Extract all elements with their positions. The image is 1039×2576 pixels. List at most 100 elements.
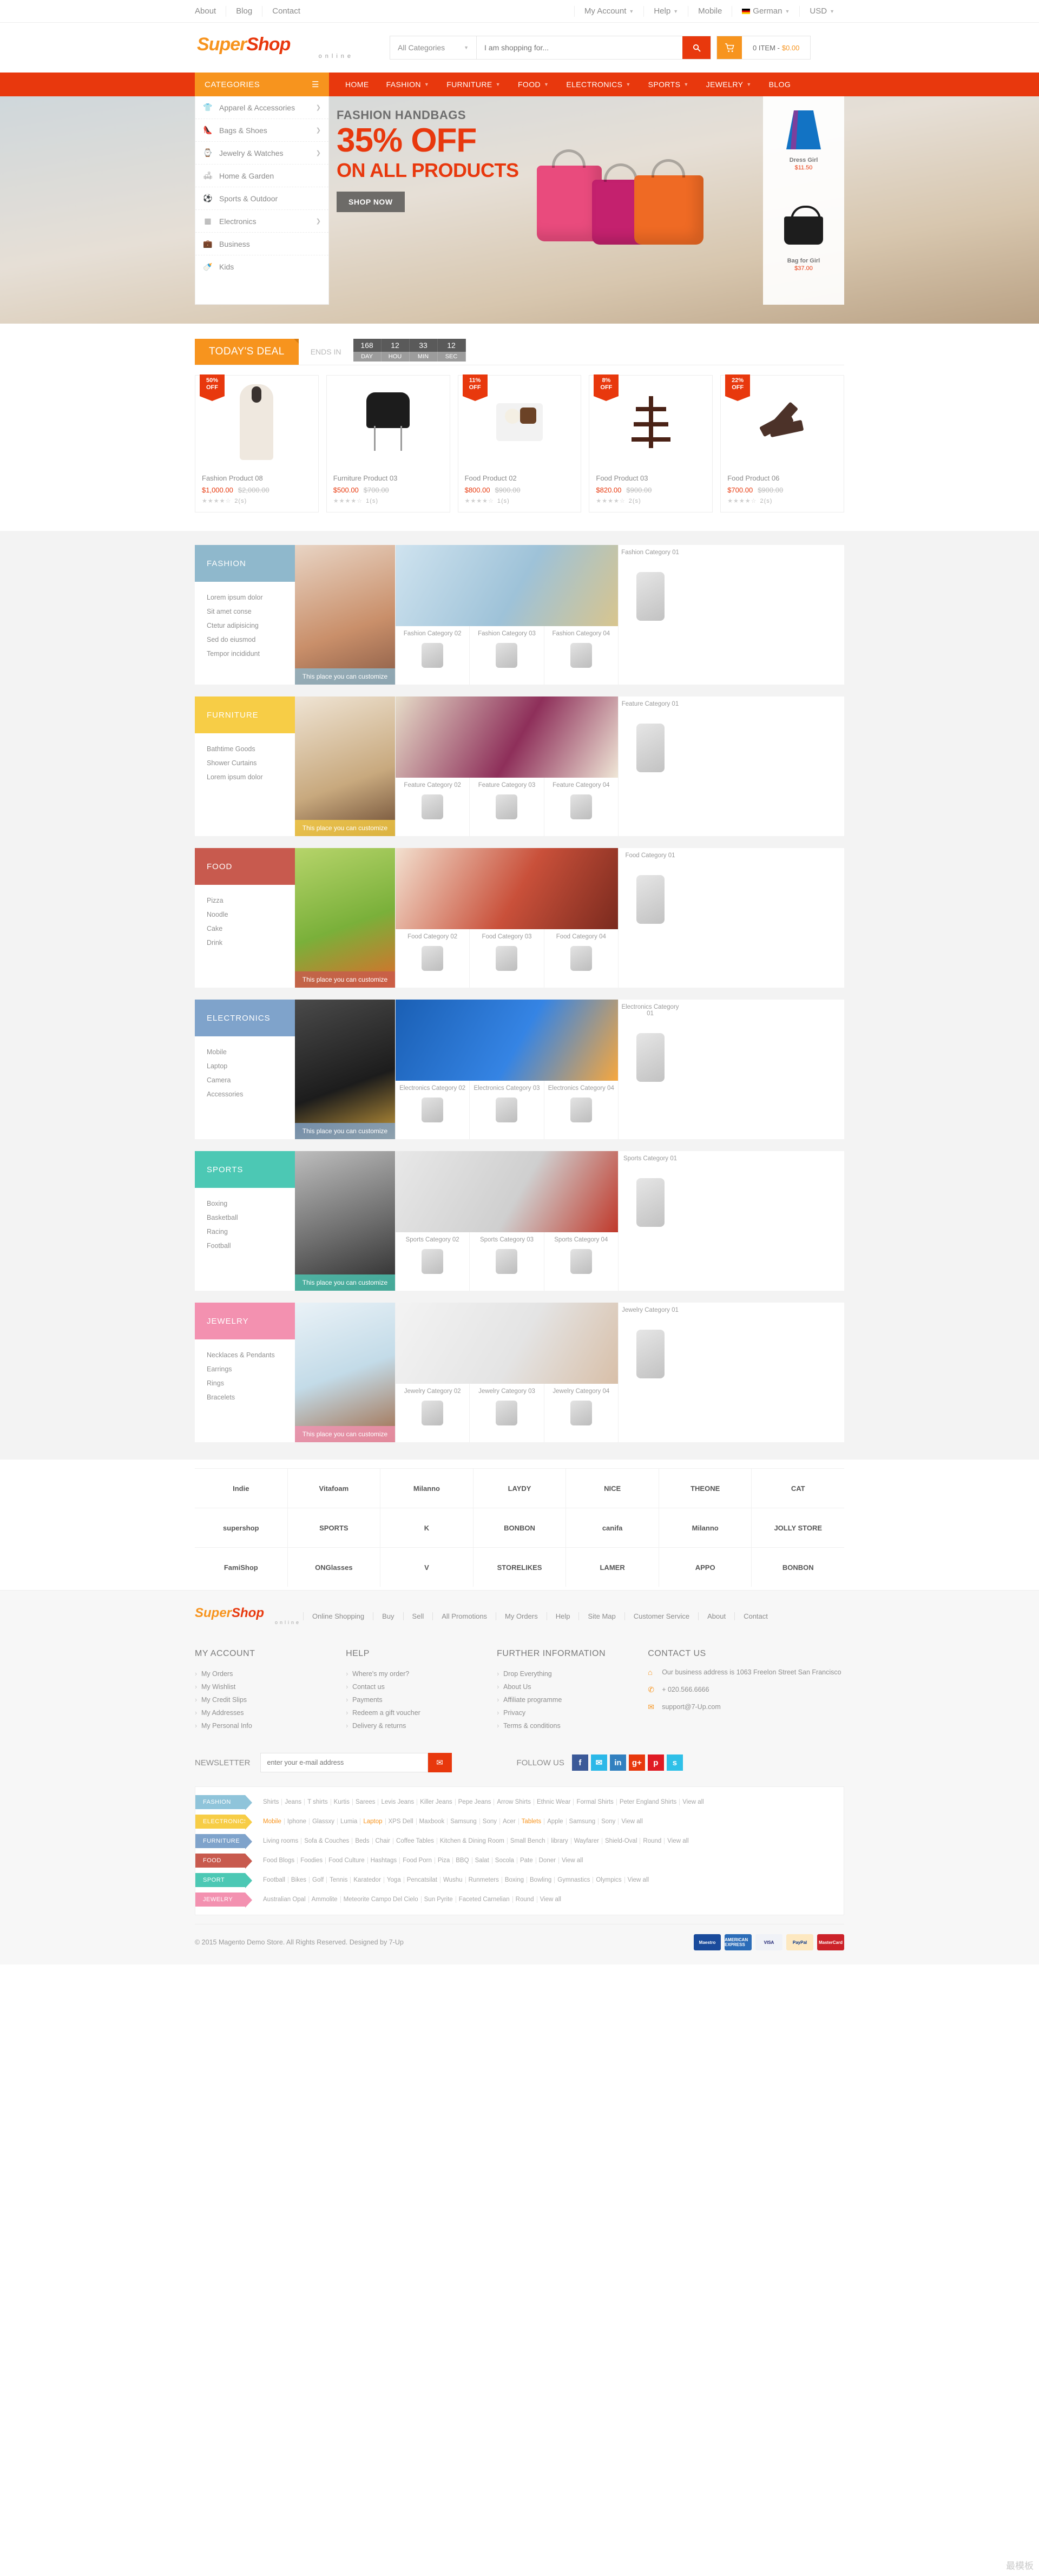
- section-link[interactable]: Bracelets: [207, 1390, 283, 1404]
- nav-link-fashion[interactable]: FASHION ▼: [378, 73, 438, 96]
- section-link[interactable]: Lorem ipsum dolor: [207, 770, 283, 784]
- tag-link[interactable]: View all: [536, 1896, 564, 1903]
- tag-link[interactable]: Sarees: [352, 1799, 378, 1805]
- product-card[interactable]: 11% OFF Food Product 02 $800.00 $900.00 ★★★★☆…: [457, 374, 582, 512]
- product-name[interactable]: Food Product 03: [596, 474, 706, 482]
- tag-link[interactable]: Arrow Shirts: [494, 1799, 534, 1805]
- site-logo[interactable]: SuperShop online: [195, 35, 357, 60]
- brand-logo[interactable]: FamiShop: [195, 1548, 287, 1587]
- tag-link[interactable]: Formal Shirts: [573, 1799, 616, 1805]
- product-rating[interactable]: ★★★★☆ 2(s): [596, 497, 706, 504]
- tag-link[interactable]: Bikes: [287, 1877, 310, 1883]
- search-category-select[interactable]: All Categories ▼: [390, 36, 477, 59]
- section-link[interactable]: Football: [207, 1239, 283, 1253]
- brand-logo[interactable]: Milanno: [380, 1469, 473, 1508]
- newsletter-submit-button[interactable]: ✉: [428, 1753, 452, 1772]
- tag-link[interactable]: Foodies: [297, 1857, 326, 1864]
- category-cell[interactable]: Jewelry Category 02: [396, 1384, 469, 1442]
- section-link[interactable]: Laptop: [207, 1059, 283, 1073]
- tag-link[interactable]: Pencatsilat: [403, 1877, 440, 1883]
- category-cell[interactable]: Food Category 02: [396, 929, 469, 988]
- tag-link[interactable]: Levis Jeans: [378, 1799, 417, 1805]
- section-right-cell[interactable]: Jewelry Category 01: [618, 1303, 682, 1442]
- tag-link[interactable]: Golf: [309, 1877, 327, 1883]
- tag-link[interactable]: Yoga: [383, 1877, 404, 1883]
- brand-logo[interactable]: ONGlasses: [287, 1548, 380, 1587]
- footer-logo[interactable]: SuperShop online: [195, 1607, 303, 1626]
- brand-logo[interactable]: THEONE: [658, 1469, 752, 1508]
- tag-category-pill[interactable]: SPORT: [195, 1873, 252, 1888]
- tag-link[interactable]: Coffee Tables: [393, 1838, 437, 1844]
- tag-link[interactable]: Kurtis: [330, 1799, 352, 1805]
- tag-link[interactable]: Samsung: [447, 1818, 479, 1825]
- category-cell[interactable]: Food Category 04: [543, 929, 618, 988]
- section-right-cell[interactable]: Feature Category 01: [618, 696, 682, 836]
- category-cell[interactable]: Electronics Category 02: [396, 1081, 469, 1139]
- tag-link[interactable]: Peter England Shirts: [616, 1799, 680, 1805]
- tag-link[interactable]: Australian Opal: [260, 1896, 308, 1903]
- nav-link-food[interactable]: FOOD ▼: [509, 73, 557, 96]
- tag-link[interactable]: Maxbook: [416, 1818, 448, 1825]
- newsletter-email-input[interactable]: [260, 1753, 428, 1772]
- section-link[interactable]: Drink: [207, 936, 283, 950]
- tag-link[interactable]: Socola: [491, 1857, 517, 1864]
- tag-link[interactable]: Karatedor: [350, 1877, 384, 1883]
- category-cell[interactable]: Jewelry Category 03: [469, 1384, 543, 1442]
- section-link[interactable]: Accessories: [207, 1087, 283, 1101]
- nav-link-electronics[interactable]: ELECTRONICS ▼: [557, 73, 639, 96]
- brand-logo[interactable]: JOLLY STORE: [751, 1508, 844, 1547]
- footer-link[interactable]: My Orders: [195, 1667, 346, 1680]
- personalize-phone-image[interactable]: [396, 1000, 618, 1081]
- product-name[interactable]: Fashion Product 08: [202, 474, 312, 482]
- tag-link[interactable]: Round: [640, 1838, 665, 1844]
- category-item-business[interactable]: 💼 Business: [195, 233, 328, 255]
- tag-link[interactable]: Meteorite Campo Del Cielo: [340, 1896, 421, 1903]
- tag-link[interactable]: Ammolite: [308, 1896, 340, 1903]
- brand-logo[interactable]: Milanno: [658, 1508, 752, 1547]
- tag-link[interactable]: Wushu: [439, 1877, 465, 1883]
- shop-now-button[interactable]: SHOP NOW: [337, 192, 405, 212]
- category-cell[interactable]: Fashion Category 02: [396, 626, 469, 685]
- category-cell[interactable]: Feature Category 03: [469, 778, 543, 836]
- tag-link[interactable]: Jeans: [281, 1799, 305, 1805]
- hands-ring-image[interactable]: [396, 1303, 618, 1384]
- category-cell[interactable]: Fashion Category 04: [543, 626, 618, 685]
- section-link[interactable]: Shower Curtains: [207, 756, 283, 770]
- tag-link[interactable]: Olympics: [593, 1877, 624, 1883]
- nav-link-blog[interactable]: BLOG: [760, 73, 800, 96]
- category-cell[interactable]: Electronics Category 03: [469, 1081, 543, 1139]
- section-link[interactable]: Necklaces & Pendants: [207, 1348, 283, 1362]
- tag-link[interactable]: Bowling: [527, 1877, 555, 1883]
- brand-logo[interactable]: BONBON: [751, 1548, 844, 1587]
- footer-link[interactable]: Payments: [346, 1693, 497, 1706]
- tag-link[interactable]: Beds: [352, 1838, 372, 1844]
- tag-link[interactable]: View all: [618, 1818, 646, 1825]
- tag-category-pill[interactable]: ELECTRONICS: [195, 1815, 252, 1830]
- tag-link[interactable]: Pate: [516, 1857, 536, 1864]
- tag-link[interactable]: Gymnastics: [554, 1877, 593, 1883]
- section-feature-image[interactable]: This place you can customize: [295, 1151, 395, 1291]
- meat-dish-image[interactable]: [396, 848, 618, 929]
- footer-top-link[interactable]: My Orders: [496, 1612, 547, 1620]
- tag-link[interactable]: Food Blogs: [260, 1857, 297, 1864]
- product-card[interactable]: 50% OFF Fashion Product 08 $1,000.00 $2,000.…: [195, 374, 319, 512]
- tag-link[interactable]: Glassxy: [309, 1818, 337, 1825]
- top-link-blog[interactable]: Blog: [226, 6, 262, 17]
- category-item-electronics[interactable]: ▦ Electronics ❯: [195, 210, 328, 233]
- product-name[interactable]: Food Product 02: [465, 474, 575, 482]
- category-cell[interactable]: Feature Category 02: [396, 778, 469, 836]
- tag-link[interactable]: Tennis: [326, 1877, 351, 1883]
- footer-top-link[interactable]: Contact: [734, 1612, 777, 1620]
- language-selector[interactable]: German ▼: [732, 6, 799, 17]
- tag-link[interactable]: View all: [558, 1857, 586, 1864]
- tag-link[interactable]: Round: [512, 1896, 537, 1903]
- footer-link[interactable]: Drop Everything: [497, 1667, 648, 1680]
- brand-logo[interactable]: SPORTS: [287, 1508, 380, 1547]
- brand-logo[interactable]: LAYDY: [472, 1469, 566, 1508]
- section-link[interactable]: Tempor incididunt: [207, 647, 283, 661]
- tag-link[interactable]: Kitchen & Dining Room: [436, 1838, 507, 1844]
- category-cell[interactable]: Feature Category 04: [543, 778, 618, 836]
- product-card[interactable]: 22% OFF Food Product 06 $700.00 $900.00 ★★★★☆…: [720, 374, 844, 512]
- footer-link[interactable]: Redeem a gift voucher: [346, 1706, 497, 1719]
- section-link[interactable]: Camera: [207, 1073, 283, 1087]
